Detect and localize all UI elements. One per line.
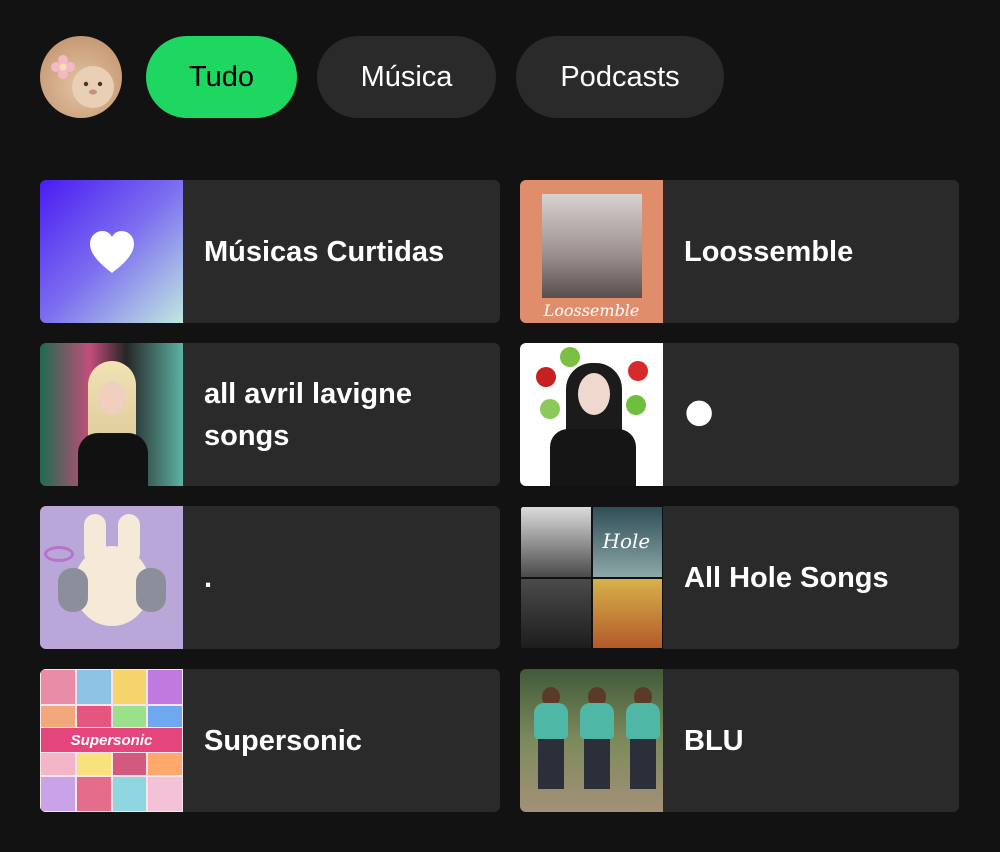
filter-chip-tudo[interactable]: Tudo xyxy=(146,36,297,118)
playlist-title: all avril lavigne songs xyxy=(204,377,412,452)
library-item-supersonic[interactable]: Supersonic Supersonic xyxy=(40,669,500,812)
playlist-title: Músicas Curtidas xyxy=(204,235,445,268)
cover-figure-legs xyxy=(630,739,656,789)
playlist-title: . xyxy=(204,561,213,594)
filter-chip-podcasts[interactable]: Podcasts xyxy=(516,36,724,118)
collage-tile xyxy=(147,776,183,812)
supersonic-cover: Supersonic xyxy=(40,669,183,812)
cover-figure-top xyxy=(550,429,636,486)
collage-tile xyxy=(75,776,112,812)
apple-icon xyxy=(540,399,560,419)
apple-icon xyxy=(628,361,648,381)
apple-icon xyxy=(626,395,646,415)
cover-figure-face xyxy=(578,373,610,415)
library-item-liked-songs[interactable]: Músicas Curtidas xyxy=(40,180,500,323)
cover-wordmark: Hole xyxy=(602,529,651,553)
loossemble-cover: Loossemble xyxy=(520,180,663,323)
hole-cover-collage: Hole xyxy=(520,506,663,649)
headphone-icon xyxy=(58,568,88,612)
library-item-dot[interactable]: . xyxy=(40,506,500,649)
library-grid: Músicas Curtidas Loossemble Loossemble a… xyxy=(40,180,959,812)
collage-tile xyxy=(147,669,183,705)
collage-tile xyxy=(75,669,112,705)
collage-tile xyxy=(520,506,592,578)
bow-icon xyxy=(44,546,74,562)
cover-figure-legs xyxy=(538,739,564,789)
cover-figure-shirt xyxy=(580,703,614,739)
cover-figure-shirt xyxy=(626,703,660,739)
bunny-cover xyxy=(40,506,183,649)
cover-figure-shirt xyxy=(534,703,568,739)
collage-tile xyxy=(40,776,76,812)
character-face-icon xyxy=(72,66,114,108)
collage-tile xyxy=(111,669,148,705)
library-item-moon[interactable]: 🌑 xyxy=(520,343,959,486)
profile-avatar[interactable] xyxy=(40,36,122,118)
filter-chips: Tudo Música Podcasts xyxy=(40,36,724,118)
headphone-icon xyxy=(136,568,166,612)
apple-icon xyxy=(536,367,556,387)
cover-figure-coat xyxy=(78,433,148,486)
playlist-title: 🌑 xyxy=(684,398,715,431)
library-item-hole[interactable]: Hole All Hole Songs xyxy=(520,506,959,649)
playlist-title: BLU xyxy=(684,724,744,757)
collage-tile: Hole xyxy=(591,506,663,578)
playlist-title: All Hole Songs xyxy=(684,561,889,594)
playlist-title: Supersonic xyxy=(204,724,362,757)
heart-icon xyxy=(89,230,134,273)
blu-cover xyxy=(520,669,663,812)
cover-wordmark: Supersonic xyxy=(40,727,183,753)
group-photo xyxy=(542,194,642,298)
apple-portrait-cover xyxy=(520,343,663,486)
avril-cover xyxy=(40,343,183,486)
library-item-blu[interactable]: BLU xyxy=(520,669,959,812)
cover-figure-legs xyxy=(584,739,610,789)
collage-tile xyxy=(591,577,663,649)
collage-tile xyxy=(40,669,76,705)
apple-icon xyxy=(560,347,580,367)
cover-wordmark: Loossemble xyxy=(543,300,640,320)
liked-songs-cover xyxy=(40,180,183,323)
playlist-title: Loossemble xyxy=(684,235,854,268)
cover-figure-face xyxy=(98,381,126,415)
library-item-avril[interactable]: all avril lavigne songs xyxy=(40,343,500,486)
filter-chip-musica[interactable]: Música xyxy=(317,36,496,118)
collage-tile xyxy=(520,577,592,649)
collage-tile xyxy=(111,776,148,812)
library-item-loossemble[interactable]: Loossemble Loossemble xyxy=(520,180,959,323)
